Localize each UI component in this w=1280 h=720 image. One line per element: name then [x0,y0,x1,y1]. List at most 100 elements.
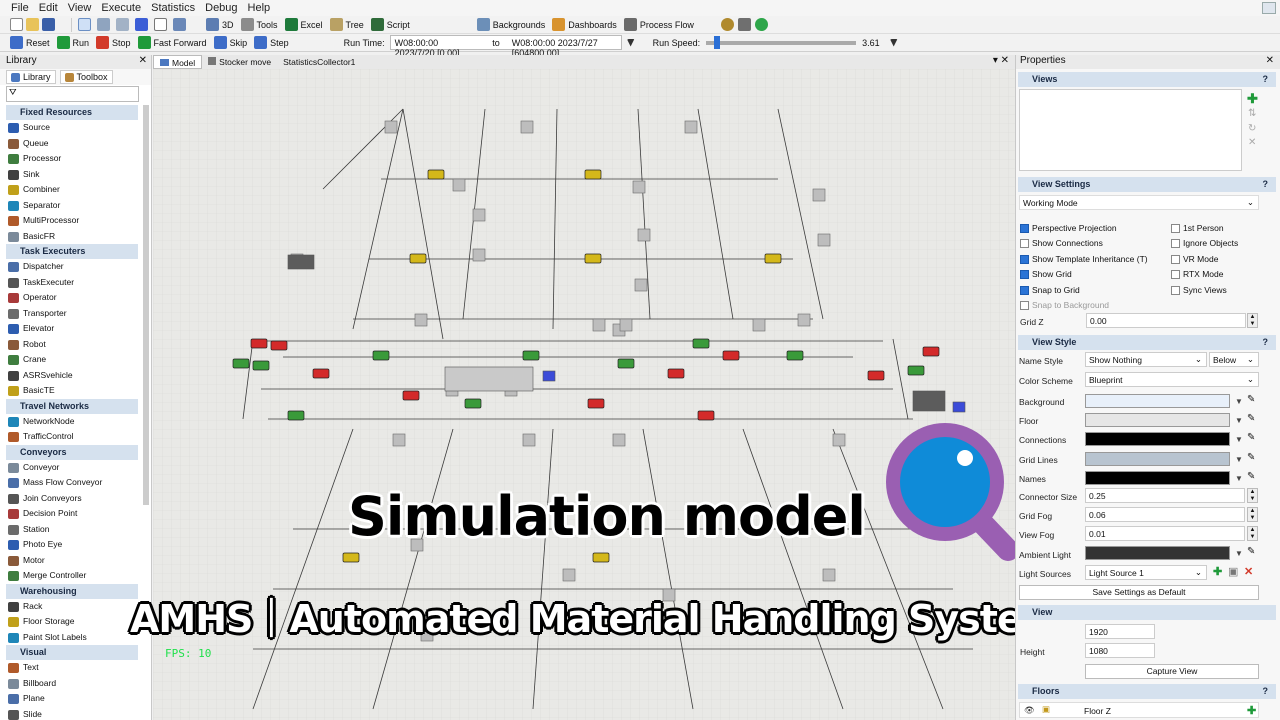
capture-view-button[interactable]: Capture View [1085,664,1259,679]
refresh-view-icon[interactable]: ↻ [1248,123,1256,134]
grid-z-stepper[interactable]: ▲ ▼ [1247,313,1258,328]
close-icon[interactable]: ▾ ✕ [993,55,1009,66]
new-file-icon[interactable] [10,18,23,31]
eyedropper-icon[interactable]: ✎ [1247,546,1255,557]
library-category-warehousing[interactable]: Warehousing [6,583,138,599]
library-item-basicte[interactable]: BasicTE [6,383,138,399]
chevron-down-icon[interactable]: ▼ [1235,474,1243,483]
checkbox-show-connections[interactable]: Show Connections [1020,238,1103,248]
library-item-plane[interactable]: Plane [6,691,138,707]
layout-icon[interactable] [173,18,186,31]
library-category-travel-networks[interactable]: Travel Networks [6,398,138,414]
library-item-queue[interactable]: Queue [6,136,138,152]
eyedropper-icon[interactable]: ✎ [1247,471,1255,482]
eyedropper-icon[interactable]: ✎ [1247,432,1255,443]
tree-button[interactable]: Tree [329,18,364,31]
library-item-conveyor[interactable]: Conveyor [6,460,138,476]
views-section-header[interactable]: Views? [1018,72,1276,87]
library-item-mass-flow-conveyor[interactable]: Mass Flow Conveyor [6,475,138,491]
delete-light-icon[interactable]: ✕ [1244,565,1253,578]
library-item-networknode[interactable]: NetworkNode [6,414,138,430]
library-item-station[interactable]: Station [6,522,138,538]
run-speed-slider[interactable] [706,35,857,49]
floor-row[interactable]: 👁 ▣ Floor Z [1019,702,1259,718]
checkbox-perspective-projection[interactable]: Perspective Projection [1020,223,1117,233]
library-item-source[interactable]: Source [6,120,138,136]
save-settings-default-button[interactable]: Save Settings as Default [1019,585,1259,600]
library-item-operator[interactable]: Operator [6,290,138,306]
delete-view-icon[interactable]: ✕ [1248,137,1256,148]
ambient-light-swatch[interactable] [1085,546,1230,560]
gear-icon[interactable] [720,18,734,31]
checkbox-snap-to-grid[interactable]: Snap to Grid [1020,285,1080,295]
library-item-multiprocessor[interactable]: MultiProcessor [6,213,138,229]
library-item-join-conveyors[interactable]: Join Conveyors [6,491,138,507]
help-icon[interactable]: ? [1263,684,1269,699]
names-color-swatch[interactable] [1085,470,1230,485]
library-category-task-executers[interactable]: Task Executers [6,244,138,259]
save-icon[interactable] [42,18,55,31]
tools-button[interactable]: Tools [240,18,278,31]
library-item-floor-storage[interactable]: Floor Storage [6,614,138,630]
process-flow-button[interactable]: Process Flow [623,18,694,31]
background-color-swatch[interactable] [1085,394,1230,408]
library-category-fixed-resources[interactable]: Fixed Resources [6,105,138,120]
library-item-asrsvehicle[interactable]: ASRSvehicle [6,368,138,384]
menu-statistics[interactable]: Statistics [146,2,200,14]
tab-model[interactable]: Model [153,55,203,69]
view-settings-header[interactable]: View Settings? [1018,177,1276,192]
library-category-conveyors[interactable]: Conveyors [6,444,138,460]
eye-icon[interactable]: 👁 [1024,705,1035,716]
rename-view-icon[interactable]: ⇅ [1248,108,1256,119]
library-item-photo-eye[interactable]: Photo Eye [6,537,138,553]
speed-dropdown-icon[interactable] [889,38,898,47]
library-item-elevator[interactable]: Elevator [6,321,138,337]
tab-stocker-move[interactable]: Stocker move [202,55,277,69]
floor-color-swatch[interactable] [1085,413,1230,428]
view-style-header[interactable]: View Style? [1018,335,1276,350]
add-light-icon[interactable]: ✚ [1213,565,1222,578]
view-fog-stepper[interactable]: ▲ ▼ [1247,526,1258,541]
library-scrollbar[interactable] [143,105,149,505]
name-position-select[interactable]: Below ⌄ [1209,352,1259,367]
connector-size-stepper[interactable]: ▲ ▼ [1247,488,1258,503]
step-button[interactable]: Step [254,36,289,49]
eyedropper-icon[interactable]: ✎ [1247,452,1255,463]
tab-toolbox[interactable]: Toolbox [59,70,113,84]
library-item-robot[interactable]: Robot [6,337,138,353]
help-icon[interactable]: ? [1263,177,1269,192]
light-source-select[interactable]: Light Source 1 ⌄ [1085,565,1207,580]
checkbox-rtx-mode[interactable]: RTX Mode [1171,269,1223,279]
capture-height-input[interactable]: 1080 [1085,643,1155,658]
library-item-combiner[interactable]: Combiner [6,182,138,198]
library-item-basicfr[interactable]: BasicFR [6,229,138,245]
eyedropper-icon[interactable]: ✎ [1247,394,1255,405]
run-button[interactable]: Run [56,36,89,49]
add-floor-icon[interactable]: ✚ [1247,704,1256,717]
library-item-text[interactable]: Text [6,660,138,676]
library-item-merge-controller[interactable]: Merge Controller [6,568,138,584]
library-category-visual[interactable]: Visual [6,645,138,660]
capture-width-input[interactable]: 1920 [1085,624,1155,639]
help-icon[interactable]: ? [1263,335,1269,350]
library-item-processor[interactable]: Processor [6,151,138,167]
color-scheme-select[interactable]: Blueprint ⌄ [1085,372,1259,387]
connect-icon[interactable] [97,18,110,31]
library-item-taskexecuter[interactable]: TaskExecuter [6,275,138,291]
grid-icon[interactable] [154,18,167,31]
close-icon[interactable]: ✕ [139,55,147,69]
checkbox-show-grid[interactable]: Show Grid [1020,269,1072,279]
reset-button[interactable]: Reset [10,36,50,49]
menu-edit[interactable]: Edit [34,2,63,14]
3d-button[interactable]: 3D [206,18,234,31]
grid-lines-color-swatch[interactable] [1085,451,1230,466]
library-item-transporter[interactable]: Transporter [6,306,138,322]
library-filter-input[interactable]: ⛛ [6,86,139,102]
chevron-down-icon[interactable]: ▼ [1235,549,1243,558]
select-icon[interactable] [116,18,129,31]
connections-color-swatch[interactable] [1085,432,1230,447]
menu-file[interactable]: File [6,2,34,14]
excel-button[interactable]: Excel [284,18,323,31]
checkbox-show-template-inheritance-t[interactable]: Show Template Inheritance (T) [1020,254,1148,264]
menu-view[interactable]: View [63,2,97,14]
